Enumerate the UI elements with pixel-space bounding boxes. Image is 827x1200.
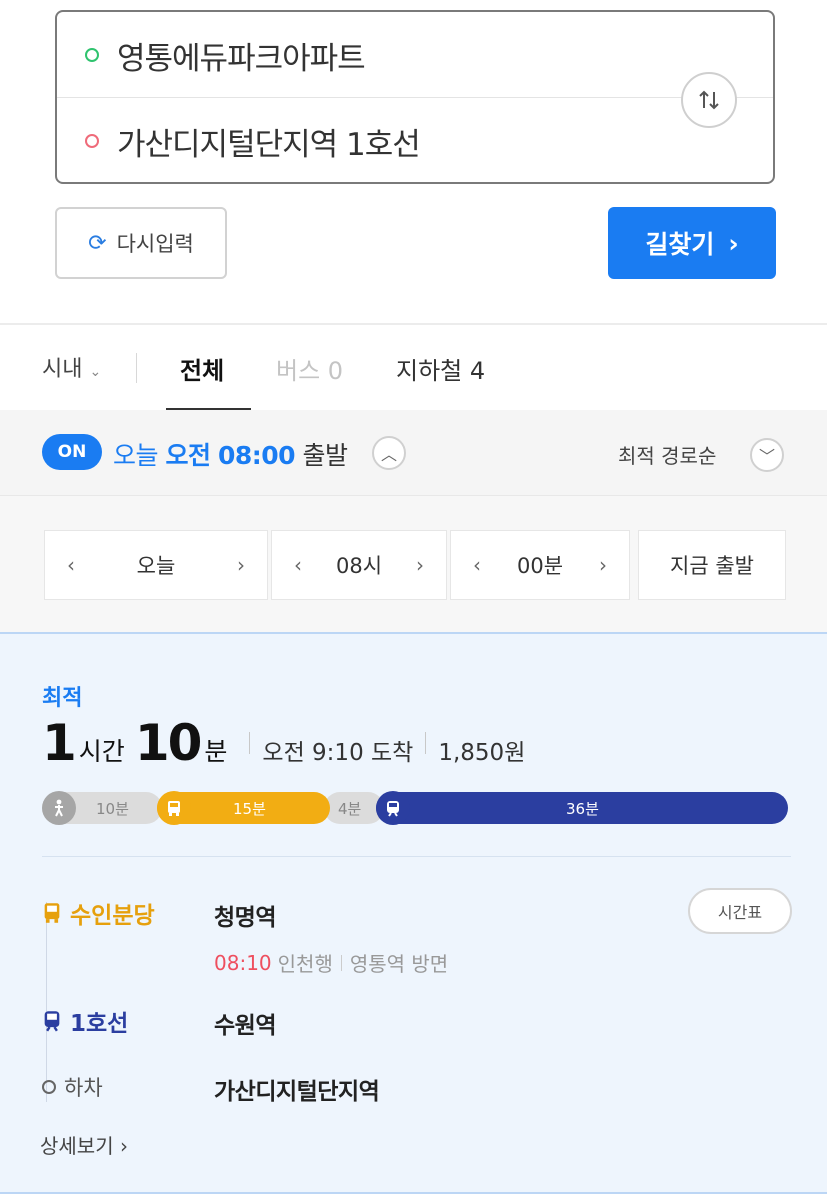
day-value: 오늘 <box>136 554 176 578</box>
region-dropdown[interactable]: 시내 ⌄ <box>42 351 101 383</box>
minute-value: 00분 <box>516 554 564 578</box>
collapse-button[interactable]: ︿ <box>372 436 406 470</box>
departure-clock: 08:00 <box>217 441 296 470</box>
swap-button[interactable] <box>681 72 737 128</box>
detail-link[interactable]: 상세보기 › <box>40 1130 128 1159</box>
next-day-icon[interactable]: › <box>237 553 245 577</box>
sort-dropdown[interactable]: 최적 경로순 <box>618 440 716 469</box>
departure-suffix: 출발 <box>302 441 348 470</box>
alight-station: 가산디지털단지역 <box>214 1079 380 1105</box>
next-arrival-time: 08:10 <box>214 950 272 975</box>
info-divider <box>340 954 342 971</box>
fare: 1,850원 <box>438 740 526 766</box>
segment-walk: 4분 <box>324 792 384 824</box>
route-search-box: 영통에듀파크아파트 가산디지털단지역 1호선 <box>55 10 775 184</box>
region-label: 시내 <box>42 357 83 382</box>
departure-header: ON 오늘 오전 08:00 출발 ︿ 최적 경로순 ﹀ <box>0 410 827 496</box>
find-route-button[interactable]: 길찾기 › <box>608 207 776 279</box>
tab-divider <box>136 353 137 383</box>
next-minute-icon[interactable]: › <box>599 553 607 577</box>
step-bus: 수인분당 <box>42 896 155 930</box>
subway-icon <box>44 1011 60 1032</box>
departure-ampm: 오전 <box>165 441 211 470</box>
refresh-icon: ⟳ <box>88 230 107 256</box>
reset-button[interactable]: ⟳ 다시입력 <box>55 207 227 279</box>
destination-dot-icon <box>85 134 99 148</box>
bus-icon <box>157 791 191 825</box>
departure-day: 오늘 <box>113 441 159 470</box>
find-label: 길찾기 <box>645 230 715 259</box>
destination-row[interactable]: 가산디지털단지역 1호선 <box>57 98 677 184</box>
hour-value: 08시 <box>335 554 383 578</box>
segment-walk-label: 10분 <box>96 800 129 818</box>
origin-input[interactable]: 영통에듀파크아파트 <box>117 33 366 78</box>
duration-minutes: 10 <box>134 714 203 772</box>
origin-row[interactable]: 영통에듀파크아파트 <box>57 12 677 98</box>
departure-toggle[interactable]: ON <box>42 434 102 470</box>
next-arrival-info: 08:10 인천행 영통역 방면 <box>214 948 448 977</box>
tab-subway[interactable]: 지하철 4 <box>396 351 485 386</box>
transport-tabs: 시내 ⌄ 전체 버스 0 지하철 4 <box>0 325 827 411</box>
timetable-button[interactable]: 시간표 <box>688 888 792 934</box>
departure-time-panel: ON 오늘 오전 08:00 출발 ︿ 최적 경로순 ﹀ ‹ 오늘 › ‹ 08… <box>0 410 827 632</box>
chevron-right-icon: › <box>728 228 739 258</box>
subway-icon <box>376 791 410 825</box>
best-route-badge: 최적 <box>42 686 83 711</box>
swap-vertical-icon <box>699 90 719 110</box>
segment-bus-label: 15분 <box>233 800 266 818</box>
next-hour-icon[interactable]: › <box>416 553 424 577</box>
departure-summary[interactable]: 오늘 오전 08:00 출발 <box>113 436 348 472</box>
alight-dot-icon <box>42 1080 56 1094</box>
bus-line-name: 수인분당 <box>70 903 155 929</box>
arrival-time: 오전 9:10 도착 <box>262 740 414 766</box>
alight-label: 하차 <box>64 1076 103 1100</box>
segment-subway-label: 36분 <box>566 800 599 818</box>
duration-hours: 1 <box>42 714 77 772</box>
bus-towards: 영통역 방면 <box>349 952 449 976</box>
depart-now-button[interactable]: 지금 출발 <box>638 530 786 600</box>
duration-minutes-unit: 분 <box>204 737 228 766</box>
duration-hours-unit: 시간 <box>78 737 125 766</box>
route-result-card[interactable]: 최적 1 시간 10 분 오전 9:10 도착 1,850원 10분 4분 15… <box>0 632 827 1194</box>
walk-icon <box>42 791 76 825</box>
segment-walk-label: 4분 <box>338 800 362 818</box>
route-segment-bar: 10분 4분 15분 36분 <box>42 791 788 825</box>
info-divider <box>425 732 427 754</box>
hour-picker[interactable]: ‹ 08시 › <box>271 530 447 600</box>
origin-dot-icon <box>85 48 99 62</box>
transfer-station: 수원역 <box>214 1013 276 1039</box>
step-alight: 하차 <box>42 1072 103 1102</box>
tab-bus[interactable]: 버스 0 <box>276 351 343 386</box>
route-duration: 1 시간 10 분 오전 9:10 도착 1,850원 <box>42 714 525 772</box>
chevron-down-icon: ﹀ <box>758 447 775 466</box>
result-divider <box>42 856 791 857</box>
prev-hour-icon[interactable]: ‹ <box>294 553 302 577</box>
minute-picker[interactable]: ‹ 00분 › <box>450 530 630 600</box>
destination-input[interactable]: 가산디지털단지역 1호선 <box>117 119 421 164</box>
reset-label: 다시입력 <box>116 232 194 256</box>
sort-toggle-button[interactable]: ﹀ <box>750 438 784 472</box>
tab-all[interactable]: 전체 <box>180 351 224 386</box>
day-picker[interactable]: ‹ 오늘 › <box>44 530 268 600</box>
bus-icon <box>44 903 60 923</box>
info-divider <box>249 732 251 754</box>
segment-subway: 36분 <box>376 792 788 824</box>
chevron-up-icon: ︿ <box>380 445 397 464</box>
subway-line-name: 1호선 <box>70 1011 129 1037</box>
boarding-station: 청명역 <box>214 905 276 931</box>
prev-minute-icon[interactable]: ‹ <box>473 553 481 577</box>
chevron-down-icon: ⌄ <box>89 364 102 380</box>
bus-direction: 인천행 <box>277 952 333 976</box>
prev-day-icon[interactable]: ‹ <box>67 553 75 577</box>
step-subway: 1호선 <box>42 1004 128 1038</box>
